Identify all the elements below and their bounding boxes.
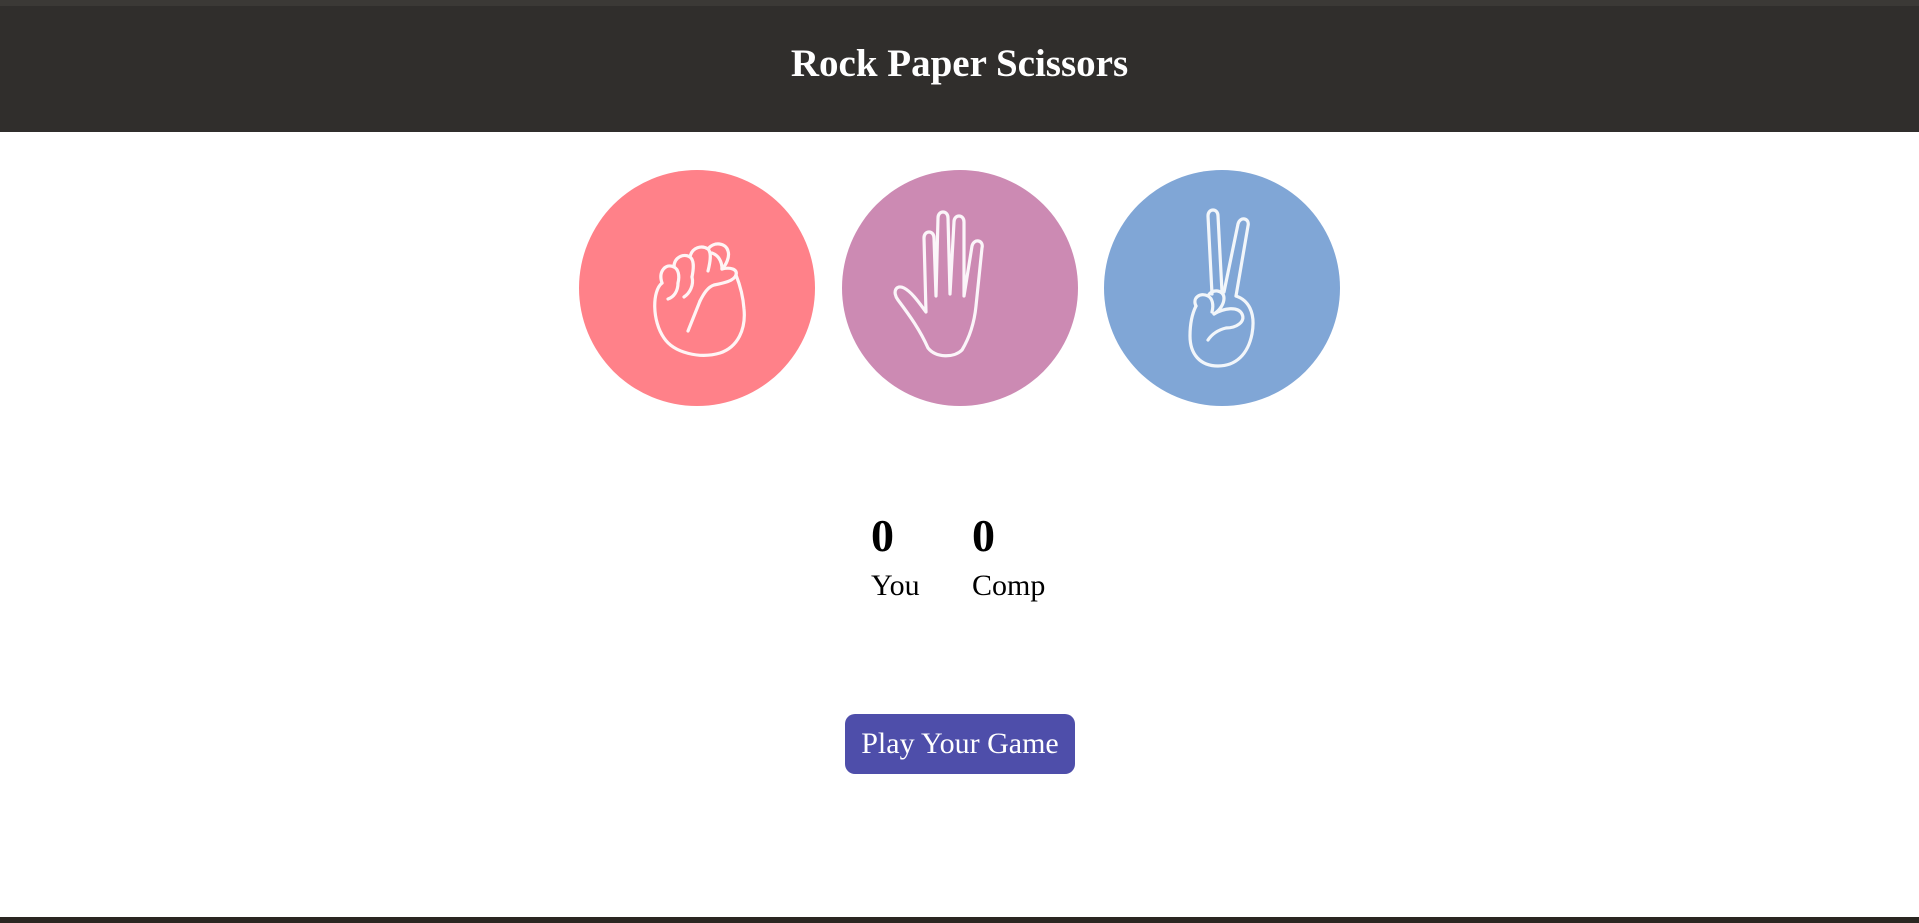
fist-icon [653,242,746,357]
you-score-block: 0 You [871,506,920,606]
scissors-choice-button[interactable] [1104,170,1340,406]
rock-choice-button[interactable] [579,170,815,406]
paper-choice-button[interactable] [842,170,1078,406]
comp-score-value: 0 [972,510,995,561]
you-score-label: You [871,569,920,602]
peace-sign-icon [1188,208,1255,368]
page-title: Rock Paper Scissors [790,41,1129,85]
play-game-button[interactable]: Play Your Game [845,714,1075,774]
open-hand-icon [893,210,984,358]
comp-score-label: Comp [972,569,1046,602]
app-header: Rock Paper Scissors [0,6,1919,132]
you-score-value: 0 [871,510,894,561]
comp-score-block: 0 Comp [972,506,1045,606]
window-bottom-strip [0,917,1919,923]
choices-row [0,170,1919,408]
